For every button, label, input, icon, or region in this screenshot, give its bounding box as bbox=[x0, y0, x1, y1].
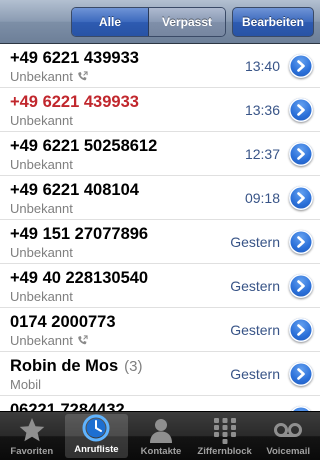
call-row[interactable]: +49 40 228130540 Unbekannt Gestern bbox=[0, 264, 320, 308]
call-row[interactable]: +49 6221 439933 Unbekannt 13:36 bbox=[0, 88, 320, 132]
detail-disclosure-button[interactable] bbox=[289, 142, 313, 166]
call-time: 09:18 bbox=[244, 190, 280, 206]
call-label-text: Unbekannt bbox=[10, 245, 73, 260]
call-label-text: Mobil bbox=[10, 377, 42, 392]
call-label-text: Unbekannt bbox=[10, 201, 73, 216]
tab-label: Kontakte bbox=[140, 446, 182, 457]
call-time: 12:37 bbox=[244, 146, 280, 162]
call-row[interactable]: 0174 2000773 Unbekannt Gestern bbox=[0, 308, 320, 352]
tab-label: Voicemail bbox=[266, 446, 310, 457]
call-row[interactable]: 06221 7284432 bbox=[0, 396, 320, 411]
segment-missed[interactable]: Verpasst bbox=[149, 8, 225, 36]
call-label: Unbekannt bbox=[10, 333, 88, 348]
call-label: Unbekannt bbox=[10, 157, 73, 172]
chevron-right-icon bbox=[297, 236, 305, 248]
chevron-right-icon bbox=[297, 324, 305, 336]
caller-name: +49 40 228130540 bbox=[10, 269, 148, 288]
tab-voicemail[interactable]: Voicemail bbox=[256, 412, 320, 460]
call-label: Mobil bbox=[10, 377, 41, 392]
keypad-icon bbox=[210, 416, 240, 444]
tab-ziffernblock[interactable]: Ziffernblock bbox=[193, 412, 257, 460]
caller-name: +49 6221 50258612 bbox=[10, 137, 157, 156]
detail-disclosure-button[interactable] bbox=[289, 54, 313, 78]
call-label-text: Unbekannt bbox=[10, 157, 73, 172]
detail-disclosure-button[interactable] bbox=[289, 274, 313, 298]
call-label: Unbekannt bbox=[10, 245, 73, 260]
call-label: Unbekannt bbox=[10, 289, 73, 304]
call-row[interactable]: +49 151 27077896 Unbekannt Gestern bbox=[0, 220, 320, 264]
call-row[interactable]: Robin de Mos (3) Mobil Gestern bbox=[0, 352, 320, 396]
detail-disclosure-button[interactable] bbox=[289, 318, 313, 342]
tab-label: Ziffernblock bbox=[197, 446, 252, 457]
caller-name-text: 06221 7284432 bbox=[10, 401, 125, 411]
call-label: Unbekannt bbox=[10, 69, 88, 84]
tab-anrufliste[interactable]: Anrufliste bbox=[64, 414, 129, 458]
caller-name-text: +49 6221 50258612 bbox=[10, 137, 158, 155]
navigation-bar: Alle Verpasst Bearbeiten bbox=[0, 0, 320, 44]
star-icon bbox=[17, 416, 47, 444]
call-label: Unbekannt bbox=[10, 201, 73, 216]
detail-disclosure-button[interactable] bbox=[289, 98, 313, 122]
caller-name-text: Robin de Mos bbox=[10, 357, 119, 375]
chevron-right-icon bbox=[297, 192, 305, 204]
chevron-right-icon bbox=[297, 104, 305, 116]
person-icon bbox=[146, 416, 176, 444]
segment-all[interactable]: Alle bbox=[72, 8, 149, 36]
call-time: 13:36 bbox=[244, 102, 280, 118]
voicemail-icon bbox=[273, 416, 303, 444]
caller-name-text: +49 6221 408104 bbox=[10, 181, 139, 199]
caller-name: 0174 2000773 bbox=[10, 313, 116, 332]
tab-favoriten[interactable]: Favoriten bbox=[0, 412, 64, 460]
call-time: Gestern bbox=[230, 322, 280, 338]
chevron-right-icon bbox=[297, 60, 305, 72]
caller-name: +49 6221 439933 bbox=[10, 49, 139, 68]
caller-name: +49 6221 439933 bbox=[10, 93, 139, 112]
call-label-text: Unbekannt bbox=[10, 113, 73, 128]
call-time: Gestern bbox=[230, 278, 280, 294]
clock-icon bbox=[81, 414, 111, 442]
call-label-text: Unbekannt bbox=[10, 69, 73, 84]
outgoing-call-icon bbox=[78, 71, 88, 81]
caller-name-text: +49 40 228130540 bbox=[10, 269, 149, 287]
recent-calls-list: +49 6221 439933 Unbekannt 13:40 +49 6221 43… bbox=[0, 44, 320, 411]
detail-disclosure-button[interactable] bbox=[289, 362, 313, 386]
detail-disclosure-button[interactable] bbox=[289, 230, 313, 254]
call-time: Gestern bbox=[230, 366, 280, 382]
chevron-right-icon bbox=[297, 280, 305, 292]
chevron-right-icon bbox=[297, 368, 305, 380]
tab-kontakte[interactable]: Kontakte bbox=[129, 412, 193, 460]
tab-label: Anrufliste bbox=[74, 444, 119, 455]
caller-name-text: +49 6221 439933 bbox=[10, 93, 139, 111]
call-time: 13:40 bbox=[244, 58, 280, 74]
call-label-text: Unbekannt bbox=[10, 333, 73, 348]
caller-name-text: +49 151 27077896 bbox=[10, 225, 149, 243]
tab-bar: Favoriten Anrufliste Kontakte Ziffernblock V… bbox=[0, 411, 320, 460]
call-label: Unbekannt bbox=[10, 113, 73, 128]
call-row[interactable]: +49 6221 50258612 Unbekannt 12:37 bbox=[0, 132, 320, 176]
outgoing-call-icon bbox=[78, 335, 88, 345]
caller-name: Robin de Mos (3) bbox=[10, 357, 143, 376]
caller-name: +49 151 27077896 bbox=[10, 225, 148, 244]
caller-name: 06221 7284432 bbox=[10, 401, 125, 411]
chevron-right-icon bbox=[297, 148, 305, 160]
call-label-text: Unbekannt bbox=[10, 289, 73, 304]
caller-name-text: +49 6221 439933 bbox=[10, 49, 139, 67]
call-row[interactable]: +49 6221 408104 Unbekannt 09:18 bbox=[0, 176, 320, 220]
caller-name-text: 0174 2000773 bbox=[10, 313, 116, 331]
detail-disclosure-button[interactable] bbox=[289, 186, 313, 210]
edit-button[interactable]: Bearbeiten bbox=[232, 7, 314, 37]
call-filter-segmented-control: Alle Verpasst bbox=[71, 7, 226, 37]
call-count: (3) bbox=[124, 358, 143, 375]
caller-name: +49 6221 408104 bbox=[10, 181, 139, 200]
call-time: Gestern bbox=[230, 234, 280, 250]
tab-label: Favoriten bbox=[10, 446, 54, 457]
call-row[interactable]: +49 6221 439933 Unbekannt 13:40 bbox=[0, 44, 320, 88]
